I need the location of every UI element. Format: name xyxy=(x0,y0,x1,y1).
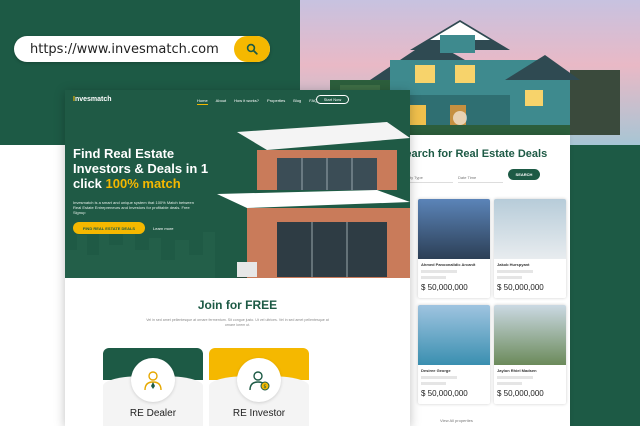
property-price: $ 50,000,000 xyxy=(421,389,468,398)
property-owner: Jakob Hurspyant xyxy=(497,262,530,267)
dealer-label: RE Dealer xyxy=(129,408,177,419)
property-photo xyxy=(494,305,566,365)
join-title: Join for FREE xyxy=(197,298,278,312)
search-page-mockup: Search for Real Estate Deals Property Ty… xyxy=(390,135,570,426)
property-meta xyxy=(497,270,533,273)
find-deals-button[interactable]: FIND REAL ESTATE DEALS xyxy=(73,222,145,234)
url-bar[interactable]: https://www.invesmatch.com xyxy=(14,36,270,62)
nav-home[interactable]: Home xyxy=(197,98,208,105)
url-text[interactable]: https://www.invesmatch.com xyxy=(30,42,219,57)
hero-description: Invesmatch is a smart and unique system … xyxy=(73,200,194,215)
hero-headline-accent: 100% match xyxy=(105,176,181,191)
property-owner: Desiree George xyxy=(421,368,451,373)
join-subtitle: Vel in sed amet pellentesque at ornare f… xyxy=(146,318,329,327)
investor-card[interactable]: $ RE Investor xyxy=(209,348,309,426)
nav-properties[interactable]: Properties xyxy=(267,98,285,105)
date-time-field[interactable]: Date Time xyxy=(458,173,503,183)
property-meta xyxy=(497,376,533,379)
businessman-icon xyxy=(144,371,162,391)
hero-headline-line: click 100% match xyxy=(73,176,213,191)
hero-headline-line: Find Real Estate xyxy=(73,146,175,161)
search-page-title: Search for Real Estate Deals xyxy=(398,148,548,160)
site-logo[interactable]: Invesmatch xyxy=(73,96,112,103)
view-all-link[interactable]: View All properties xyxy=(440,418,473,423)
property-meta xyxy=(421,376,457,379)
logo-text: nvesmatch xyxy=(74,96,112,103)
start-now-button[interactable]: Start Now xyxy=(316,95,349,104)
property-photo xyxy=(494,199,566,259)
main-nav: Home About How it works? Properties Blog… xyxy=(197,98,317,105)
background-green-side xyxy=(560,145,640,426)
nav-blog[interactable]: Blog xyxy=(293,98,301,105)
investor-label: RE Investor xyxy=(232,408,286,419)
nav-how-it-works[interactable]: How it works? xyxy=(234,98,259,105)
dealer-icon-circle xyxy=(131,358,175,402)
investor-icon: $ xyxy=(249,371,270,391)
property-card[interactable]: Jakob Hurspyant $ 50,000,000 xyxy=(494,199,566,298)
property-meta xyxy=(421,270,457,273)
hero-headline-text: click xyxy=(73,176,106,191)
hero-headline-line: Investors & Deals in 1 xyxy=(73,161,209,176)
property-photo xyxy=(418,199,490,259)
property-card[interactable]: Desiree George $ 50,000,000 xyxy=(418,305,490,404)
dealer-card[interactable]: RE Dealer xyxy=(103,348,203,426)
property-card[interactable]: Ahmed Panoonalidic Arcanit $ 50,000,000 xyxy=(418,199,490,298)
investor-icon-circle: $ xyxy=(237,358,281,402)
property-price: $ 50,000,000 xyxy=(497,283,544,292)
search-button[interactable]: SEARCH xyxy=(508,169,540,180)
url-search-button[interactable] xyxy=(234,36,270,62)
property-price: $ 50,000,000 xyxy=(497,389,544,398)
property-photo xyxy=(418,305,490,365)
hero-headline: Find Real Estate Investors & Deals in 1 … xyxy=(73,146,213,191)
date-time-label: Date Time xyxy=(458,175,477,180)
svg-text:$: $ xyxy=(263,384,266,390)
property-card[interactable]: Jaylon Rhiel Madsen $ 50,000,000 xyxy=(494,305,566,404)
property-owner: Ahmed Panoonalidic Arcanit xyxy=(421,262,476,267)
landing-page-mockup: Invesmatch Home About How it works? Prop… xyxy=(65,90,410,426)
hero-section: Invesmatch Home About How it works? Prop… xyxy=(65,90,410,278)
modern-house-image xyxy=(217,122,410,278)
search-icon xyxy=(246,43,258,55)
nav-about[interactable]: About xyxy=(216,98,226,105)
property-owner: Jaylon Rhiel Madsen xyxy=(497,368,537,373)
property-price: $ 50,000,000 xyxy=(421,283,468,292)
learn-more-link[interactable]: Learn more xyxy=(153,226,173,231)
